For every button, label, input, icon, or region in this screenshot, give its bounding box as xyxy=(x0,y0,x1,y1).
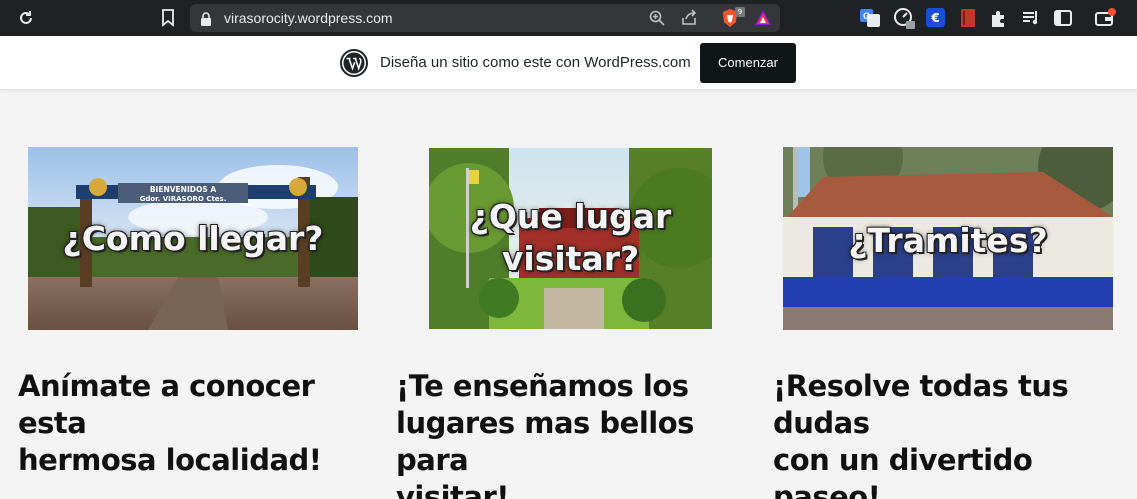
wordpress-promo-banner: Diseña un sitio como este con WordPress.… xyxy=(0,36,1137,90)
card-image-como-llegar[interactable]: BIENVENIDOS A Gdor. VIRASORO Ctes. ¿Como… xyxy=(28,147,358,330)
address-bar[interactable]: virasorocity.wordpress.com 9 xyxy=(190,4,780,32)
card-overlay-title: ¿Tramites? xyxy=(848,221,1048,260)
book-extension-icon[interactable] xyxy=(957,7,979,29)
headline-line: con un divertido paseo! xyxy=(773,443,1033,499)
extensions-puzzle-icon[interactable] xyxy=(988,7,1010,29)
headline-line: hermosa localidad! xyxy=(18,443,322,477)
overlay-line: ¿Que lugar xyxy=(469,197,672,236)
reload-icon[interactable] xyxy=(16,8,36,28)
card-headline-1[interactable]: Anímate a conocer esta hermosa localidad… xyxy=(18,368,368,479)
overlay-line: visitar? xyxy=(501,239,640,278)
card-image-que-lugar-visitar[interactable]: ¿Que lugar visitar? xyxy=(429,148,712,329)
url-text[interactable]: virasorocity.wordpress.com xyxy=(224,4,393,32)
sign-text-line2: Gdor. VIRASORO Ctes. xyxy=(140,195,227,203)
svg-text:€: € xyxy=(930,11,939,25)
sidebar-icon[interactable] xyxy=(1052,7,1074,29)
headline-line: lugares mas bellos para xyxy=(396,406,694,477)
headline-line: ¡Resolve todas tus dudas xyxy=(773,369,1069,440)
wordpress-logo-icon[interactable] xyxy=(340,49,368,77)
bookmark-icon[interactable] xyxy=(160,8,176,28)
reading-list-icon[interactable] xyxy=(1020,7,1042,29)
zoom-icon[interactable] xyxy=(648,9,666,27)
promo-text: Diseña un sitio como este con WordPress.… xyxy=(380,54,691,71)
card-headline-3[interactable]: ¡Resolve todas tus dudas con un divertid… xyxy=(773,368,1133,499)
card-image-tramites[interactable]: ¿Tramites? xyxy=(783,147,1113,330)
euro-extension-icon[interactable]: € xyxy=(925,7,947,29)
headline-line: visitar! xyxy=(396,480,510,499)
brave-shields-count: 9 xyxy=(735,7,745,17)
headline-line: Anímate a conocer esta xyxy=(18,369,315,440)
svg-text:G: G xyxy=(863,11,870,21)
lock-icon[interactable] xyxy=(200,11,212,26)
card-overlay-title: ¿Que lugar visitar? xyxy=(429,196,712,280)
translate-extension-icon[interactable]: G xyxy=(859,7,881,29)
brave-rewards-icon[interactable] xyxy=(753,8,773,28)
card-overlay-title: ¿Como llegar? xyxy=(62,219,324,258)
wallet-icon[interactable] xyxy=(1094,7,1116,29)
comenzar-button[interactable]: Comenzar xyxy=(700,43,796,83)
card-headline-2[interactable]: ¡Te enseñamos los lugares mas bellos par… xyxy=(396,368,756,499)
sign-text-line1: BIENVENIDOS A xyxy=(150,185,217,194)
speed-extension-icon[interactable] xyxy=(893,7,915,29)
headline-line: ¡Te enseñamos los xyxy=(396,369,689,403)
browser-toolbar: virasorocity.wordpress.com 9 G € xyxy=(0,0,1137,36)
share-icon[interactable] xyxy=(680,9,698,27)
